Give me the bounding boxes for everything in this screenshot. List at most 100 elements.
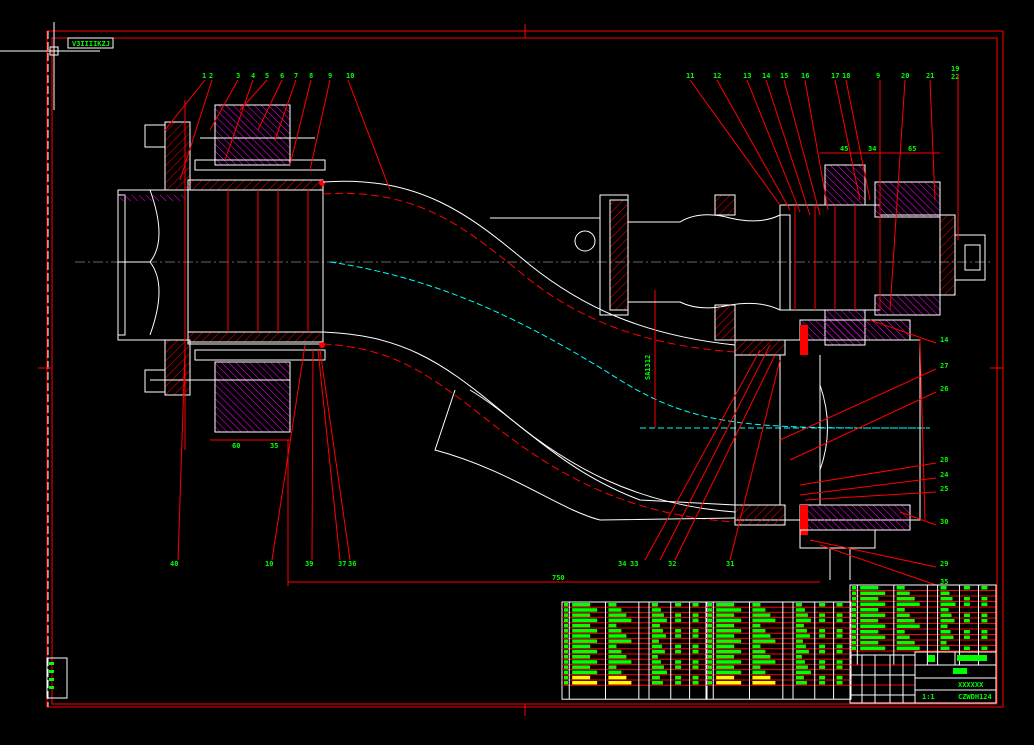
cell-glyph [608, 629, 622, 633]
cell-glyph [572, 634, 591, 638]
cell-glyph [852, 597, 856, 601]
cell-glyph [963, 586, 970, 590]
cell-glyph [608, 603, 617, 607]
cell-glyph [675, 660, 682, 664]
cell-glyph [708, 660, 712, 664]
cell-glyph [981, 630, 988, 634]
cell-glyph [795, 675, 804, 680]
cell-glyph [572, 644, 591, 649]
cell-glyph [795, 660, 805, 664]
cell-glyph [940, 591, 950, 595]
cell-glyph [852, 635, 856, 639]
cell-glyph [752, 665, 761, 669]
cell-glyph [651, 670, 667, 675]
cell-glyph [795, 649, 809, 654]
cell-glyph [981, 613, 988, 617]
cell-glyph [564, 603, 568, 607]
cell-glyph [708, 634, 712, 638]
cell-glyph [795, 623, 804, 628]
cell-glyph [896, 602, 920, 606]
cell-glyph [795, 618, 811, 623]
cell-glyph [716, 644, 735, 649]
balloon: 12 [713, 72, 721, 80]
cell-glyph [716, 655, 735, 659]
scale-mark: 1:1 [922, 693, 935, 701]
balloon: 26 [940, 385, 948, 393]
cell-glyph [651, 623, 660, 628]
cell-glyph [819, 629, 826, 633]
cell-glyph [836, 660, 843, 664]
cell-glyph [819, 613, 826, 617]
cell-glyph [752, 629, 766, 633]
cell-glyph [716, 623, 735, 628]
cell-glyph [860, 602, 886, 606]
drawing-code: CZWDH124 [958, 693, 992, 701]
cell-glyph [819, 618, 826, 623]
cell-glyph [716, 675, 735, 680]
balloon: 3 [236, 72, 240, 80]
cell-glyph [752, 639, 776, 643]
revision-block [46, 657, 68, 699]
cell-glyph [608, 639, 632, 643]
cell-glyph [896, 624, 920, 628]
cell-glyph [836, 629, 843, 633]
cell-glyph [564, 649, 568, 654]
cell-glyph [860, 591, 886, 595]
cell-glyph [708, 629, 712, 633]
cell-glyph [716, 634, 735, 638]
cell-glyph [608, 675, 627, 680]
cell-glyph [836, 681, 843, 685]
cell-glyph [564, 613, 568, 617]
cell-glyph [716, 649, 742, 654]
balloon: 39 [305, 560, 313, 568]
cell-glyph [981, 635, 988, 639]
balloon: 31 [726, 560, 734, 568]
view-label: V3IIIIKZJ [72, 40, 110, 48]
cell-glyph [896, 619, 915, 623]
cell-glyph [708, 681, 712, 685]
cell-glyph [651, 649, 665, 654]
cell-glyph [752, 660, 776, 664]
cell-glyph [608, 660, 632, 664]
cell-glyph [963, 602, 970, 606]
cell-glyph [651, 639, 659, 643]
balloon: 34 [618, 560, 626, 568]
cell-glyph [981, 646, 988, 650]
cell-glyph [795, 665, 808, 669]
cell-glyph [608, 649, 622, 654]
balloon: 9 [876, 72, 880, 80]
cell-glyph [651, 629, 663, 633]
cell-glyph [752, 675, 771, 680]
cell-glyph [716, 613, 735, 617]
left-swivel-assembly [117, 100, 326, 450]
cell-glyph [675, 603, 682, 607]
cell-glyph [896, 646, 920, 650]
balloon: 18 [842, 72, 850, 80]
cell-glyph [836, 675, 843, 680]
balloon: 25 [940, 485, 948, 493]
cell-glyph [572, 681, 598, 685]
cell-glyph [708, 649, 712, 654]
cell-glyph [572, 655, 591, 659]
balloon: 24 [940, 471, 948, 479]
cell-glyph [836, 613, 843, 617]
cell-glyph [675, 675, 682, 680]
cell-glyph [572, 660, 598, 664]
cell-glyph [651, 665, 664, 669]
cell-glyph [651, 681, 663, 685]
cell-glyph [752, 681, 776, 685]
cell-glyph [852, 624, 856, 628]
cell-glyph [608, 670, 622, 675]
balloon: 28 [940, 456, 948, 464]
balloon: 16 [801, 72, 809, 80]
cell-glyph [608, 665, 617, 669]
cell-glyph [836, 644, 843, 649]
cell-glyph [852, 646, 856, 650]
cell-glyph [860, 646, 886, 650]
cell-glyph [564, 675, 568, 680]
cell-glyph [963, 635, 970, 639]
cell-glyph [564, 623, 568, 628]
cell-glyph [852, 630, 856, 634]
cell-glyph [572, 623, 591, 628]
cell-glyph [940, 630, 951, 634]
